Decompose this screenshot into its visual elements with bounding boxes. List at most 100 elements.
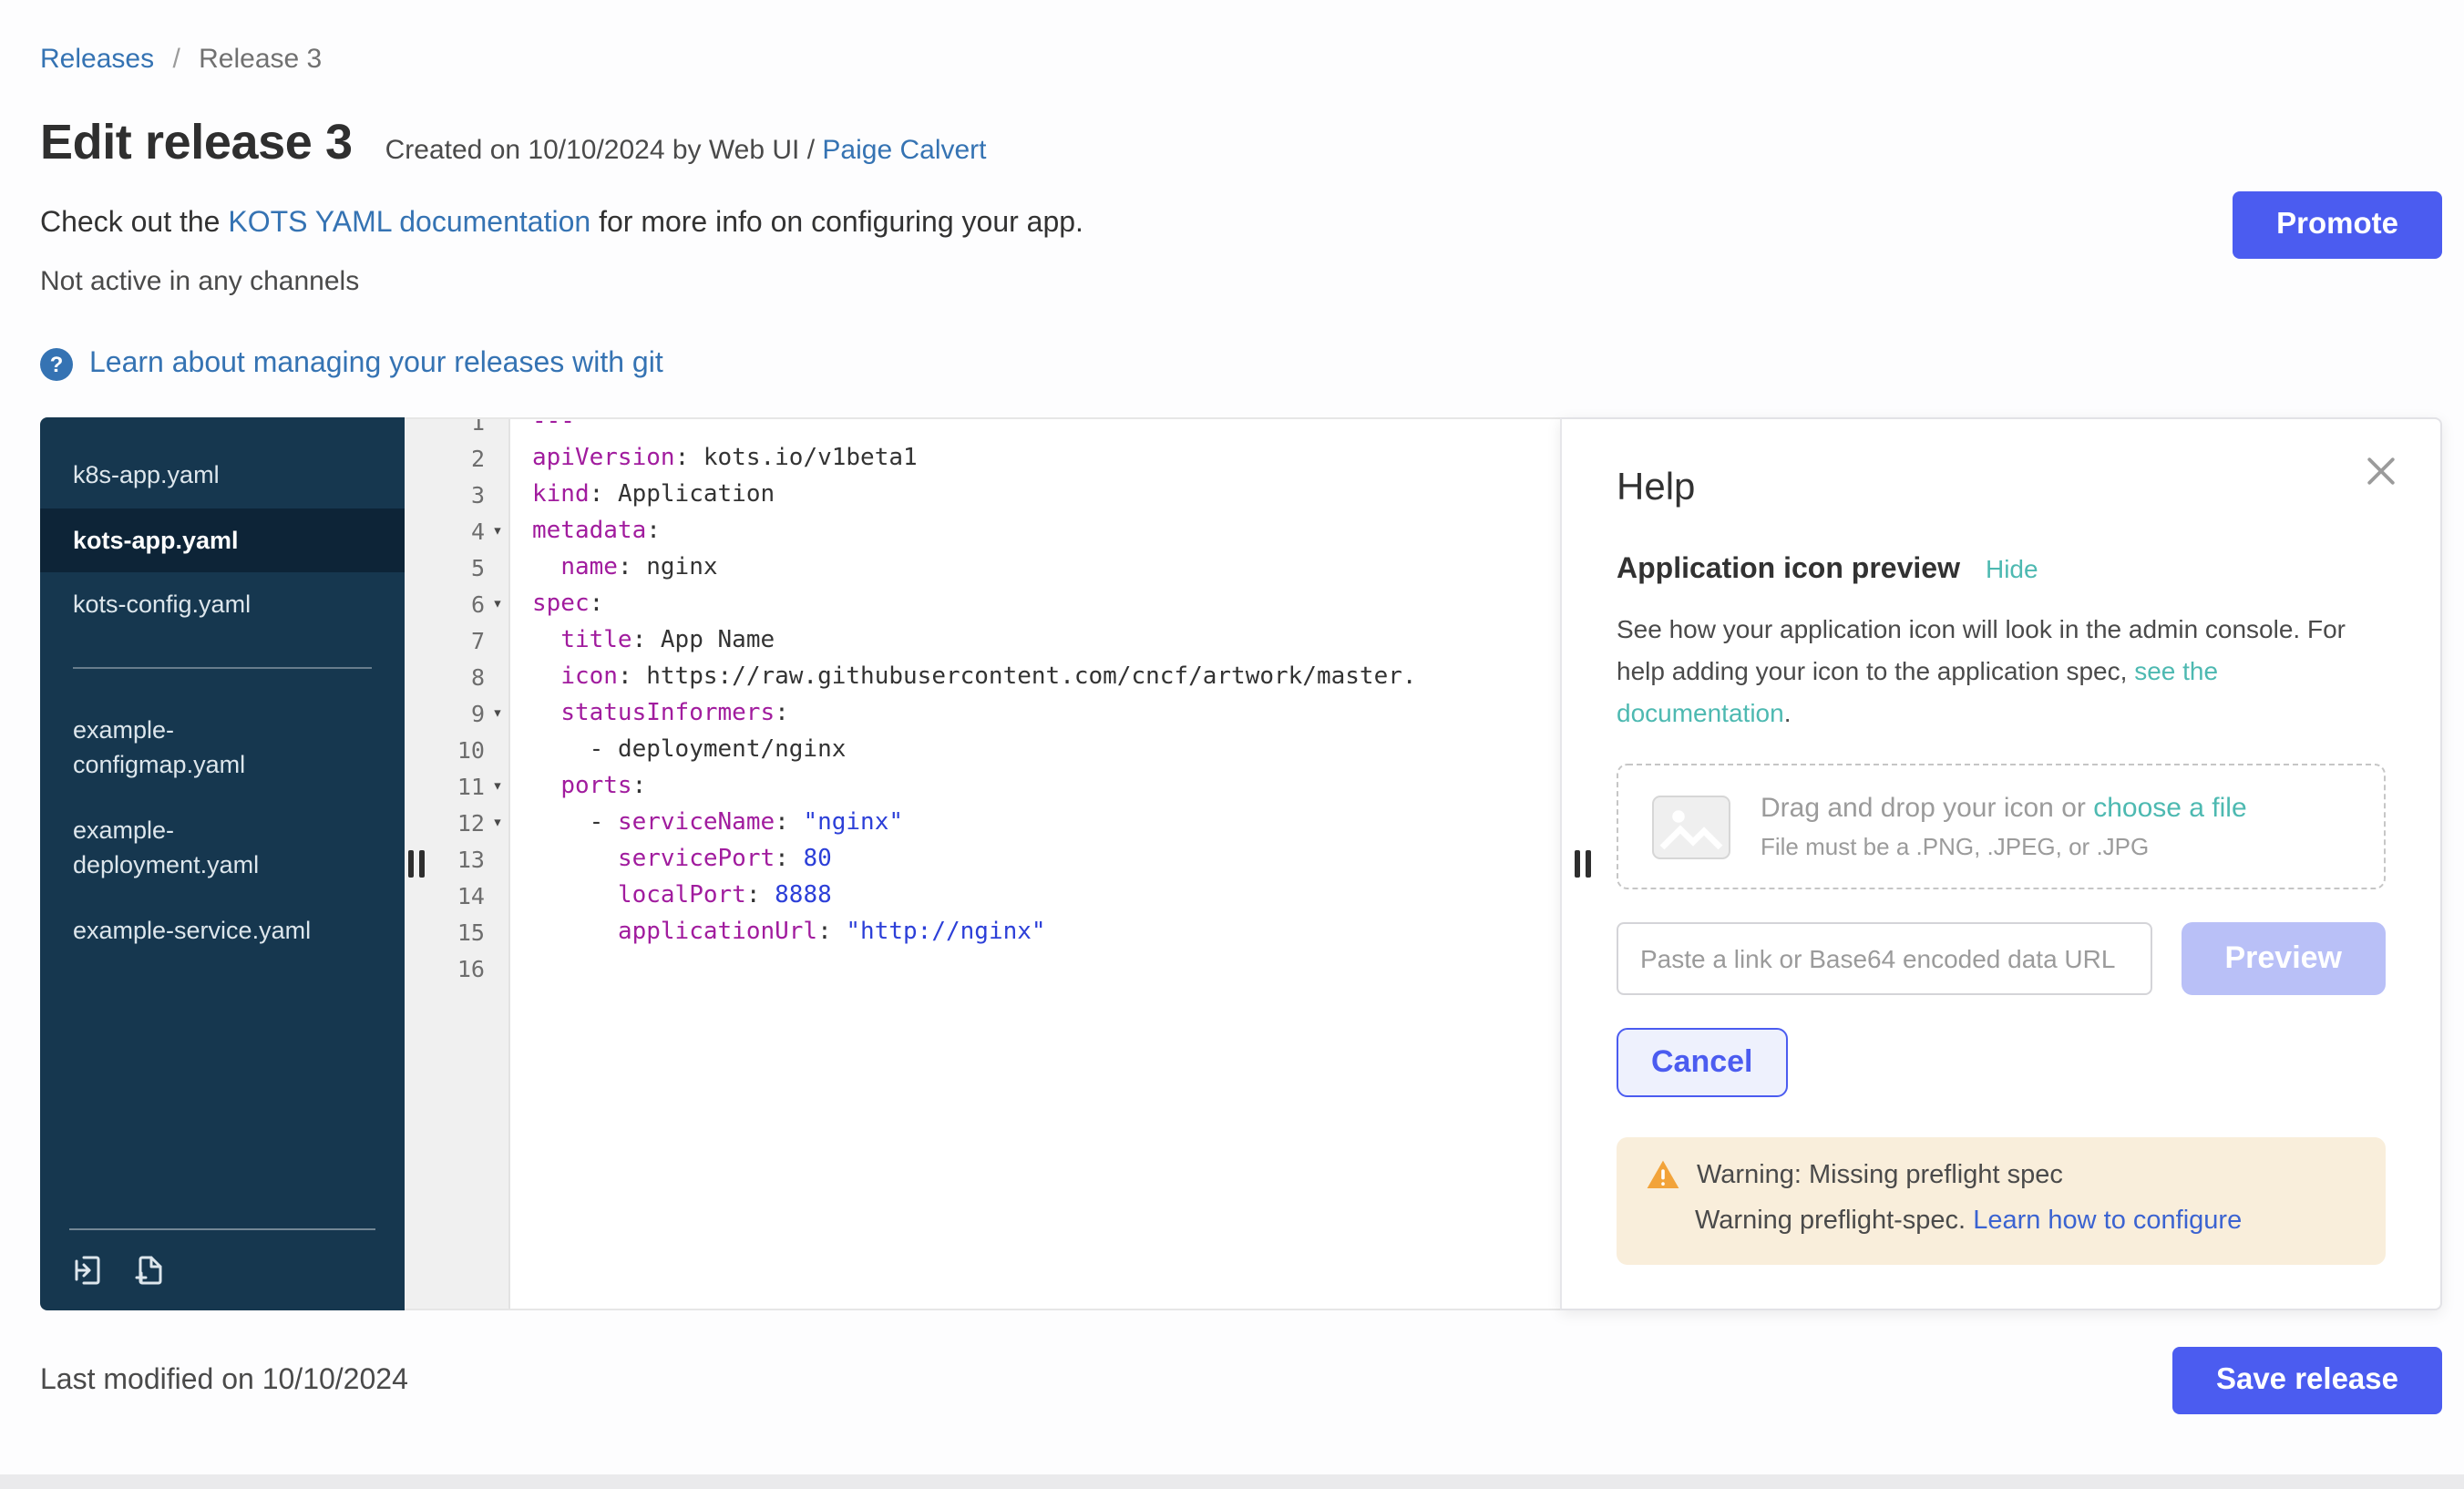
code-line: 14 localPort: 8888 — [405, 878, 1560, 915]
line-number: 7 — [471, 623, 485, 660]
save-release-button[interactable]: Save release — [2172, 1347, 2442, 1414]
code-line: 4▾metadata: — [405, 514, 1560, 550]
cancel-button[interactable]: Cancel — [1617, 1029, 1788, 1098]
help-resize-handle[interactable] — [1575, 850, 1591, 878]
fold-spacer — [485, 441, 510, 478]
learn-configure-link[interactable]: Learn how to configure — [1973, 1207, 2242, 1237]
close-icon[interactable] — [2366, 456, 2397, 487]
help-title: Help — [1617, 467, 2386, 510]
icon-dropzone[interactable]: Drag and drop your icon or choose a file… — [1617, 765, 2386, 890]
fold-spacer — [485, 842, 510, 878]
import-file-icon[interactable] — [69, 1252, 106, 1289]
drop-text-before: Drag and drop your icon or — [1761, 794, 2093, 825]
line-number: 14 — [457, 878, 485, 915]
last-modified-text: Last modified on 10/10/2024 — [40, 1364, 408, 1397]
created-text: Created on 10/10/2024 by Web UI / — [385, 135, 823, 166]
page-title: Edit release 3 — [40, 115, 353, 171]
fold-toggle-icon[interactable]: ▾ — [485, 514, 510, 550]
file-item[interactable]: kots-app.yaml — [40, 508, 405, 572]
edit-release-page: Releases / Release 3 Edit release 3 Crea… — [0, 0, 2464, 1489]
code-line: 9▾ statusInformers: — [405, 696, 1560, 733]
line-number: 15 — [457, 915, 485, 951]
fold-toggle-icon[interactable]: ▾ — [485, 806, 510, 842]
breadcrumb-separator: / — [172, 44, 180, 75]
file-type-hint: File must be a .PNG, .JPEG, or .JPG — [1761, 834, 2247, 861]
preview-button[interactable]: Preview — [2181, 923, 2386, 996]
code-line: 7 title: App Name — [405, 623, 1560, 660]
fold-spacer — [485, 478, 510, 514]
file-tree: k8s-app.yamlkots-app.yamlkots-config.yam… — [40, 417, 405, 1310]
file-list-divider — [73, 666, 372, 668]
icon-url-row: Preview — [1617, 923, 2386, 996]
file-item[interactable]: example-configmap.yaml — [40, 697, 405, 797]
icon-url-input[interactable] — [1617, 923, 2151, 996]
breadcrumb-current: Release 3 — [199, 44, 322, 75]
line-number: 8 — [471, 660, 485, 696]
fold-toggle-icon[interactable]: ▾ — [485, 696, 510, 733]
icon-preview-description: See how your application icon will look … — [1617, 609, 2386, 735]
dropzone-text: Drag and drop your icon or choose a file… — [1761, 794, 2247, 861]
line-number: 9 — [471, 696, 485, 733]
kots-yaml-doc-link[interactable]: KOTS YAML documentation — [228, 208, 590, 239]
file-item[interactable]: k8s-app.yaml — [40, 443, 405, 508]
line-number: 3 — [471, 478, 485, 514]
file-item[interactable]: example-service.yaml — [40, 899, 405, 963]
code-line: 6▾spec: — [405, 587, 1560, 623]
doc-text-after: for more info on configuring your app. — [590, 208, 1083, 239]
promote-button[interactable]: Promote — [2233, 191, 2442, 259]
question-icon: ? — [40, 348, 73, 381]
fold-spacer — [485, 951, 510, 988]
code-line: 12▾ - serviceName: "nginx" — [405, 806, 1560, 842]
git-releases-help-link[interactable]: Learn about managing your releases with … — [89, 348, 663, 381]
sidebar-resize-handle[interactable] — [408, 850, 425, 878]
fold-spacer — [485, 878, 510, 915]
help-panel: Help Application icon preview Hide See h… — [1560, 417, 2442, 1310]
page-content: Releases / Release 3 Edit release 3 Crea… — [0, 0, 2464, 1489]
new-file-icon[interactable] — [131, 1252, 168, 1289]
doc-text-before: Check out the — [40, 208, 228, 239]
file-item[interactable]: example-deployment.yaml — [40, 798, 405, 899]
breadcrumb-releases-link[interactable]: Releases — [40, 44, 154, 75]
fold-spacer — [485, 915, 510, 951]
line-number: 1 — [471, 417, 485, 441]
page-bottom-edge — [0, 1474, 2464, 1489]
warning-title: Warning: Missing preflight spec — [1697, 1161, 2063, 1190]
code-line: 13 servicePort: 80 — [405, 842, 1560, 878]
line-number: 2 — [471, 441, 485, 478]
code-line: 16 — [405, 951, 1560, 988]
fold-spacer — [485, 660, 510, 696]
line-number: 16 — [457, 951, 485, 988]
fold-spacer — [485, 417, 510, 441]
line-number: 4 — [471, 514, 485, 550]
code-editor[interactable]: 1---2apiVersion: kots.io/v1beta13kind: A… — [405, 417, 1560, 1310]
code-line: 10 - deployment/nginx — [405, 733, 1560, 769]
title-row: Edit release 3 Created on 10/10/2024 by … — [40, 115, 2442, 171]
created-info: Created on 10/10/2024 by Web UI / Paige … — [385, 135, 987, 166]
code-line: 15 applicationUrl: "http://nginx" — [405, 915, 1560, 951]
file-tree-footer-divider — [69, 1228, 375, 1230]
git-help-row: ? Learn about managing your releases wit… — [40, 348, 2442, 381]
line-number: 11 — [457, 769, 485, 806]
choose-file-link[interactable]: choose a file — [2093, 794, 2246, 825]
fold-spacer — [485, 733, 510, 769]
footer: Last modified on 10/10/2024 Save release — [40, 1347, 2442, 1414]
author-link[interactable]: Paige Calvert — [822, 135, 986, 166]
channel-status: Not active in any channels — [40, 266, 2442, 297]
icon-preview-header: Application icon preview Hide — [1617, 554, 2386, 587]
fold-toggle-icon[interactable]: ▾ — [485, 769, 510, 806]
icon-preview-title: Application icon preview — [1617, 554, 1960, 587]
line-number: 5 — [471, 550, 485, 587]
warning-detail: Warning preflight-spec. Learn how to con… — [1646, 1207, 2356, 1237]
fold-toggle-icon[interactable]: ▾ — [485, 587, 510, 623]
line-number: 10 — [457, 733, 485, 769]
code-line: 5 name: nginx — [405, 550, 1560, 587]
breadcrumb: Releases / Release 3 — [40, 44, 2442, 75]
fold-spacer — [485, 550, 510, 587]
code-lines: 1---2apiVersion: kots.io/v1beta13kind: A… — [405, 417, 1560, 988]
file-list-bottom: example-configmap.yamlexample-deployment… — [40, 697, 405, 963]
file-item[interactable]: kots-config.yaml — [40, 572, 405, 637]
line-number: 12 — [457, 806, 485, 842]
code-line: 1--- — [405, 417, 1560, 441]
hide-link[interactable]: Hide — [1986, 554, 2038, 583]
desc-text-after: . — [1784, 698, 1792, 727]
